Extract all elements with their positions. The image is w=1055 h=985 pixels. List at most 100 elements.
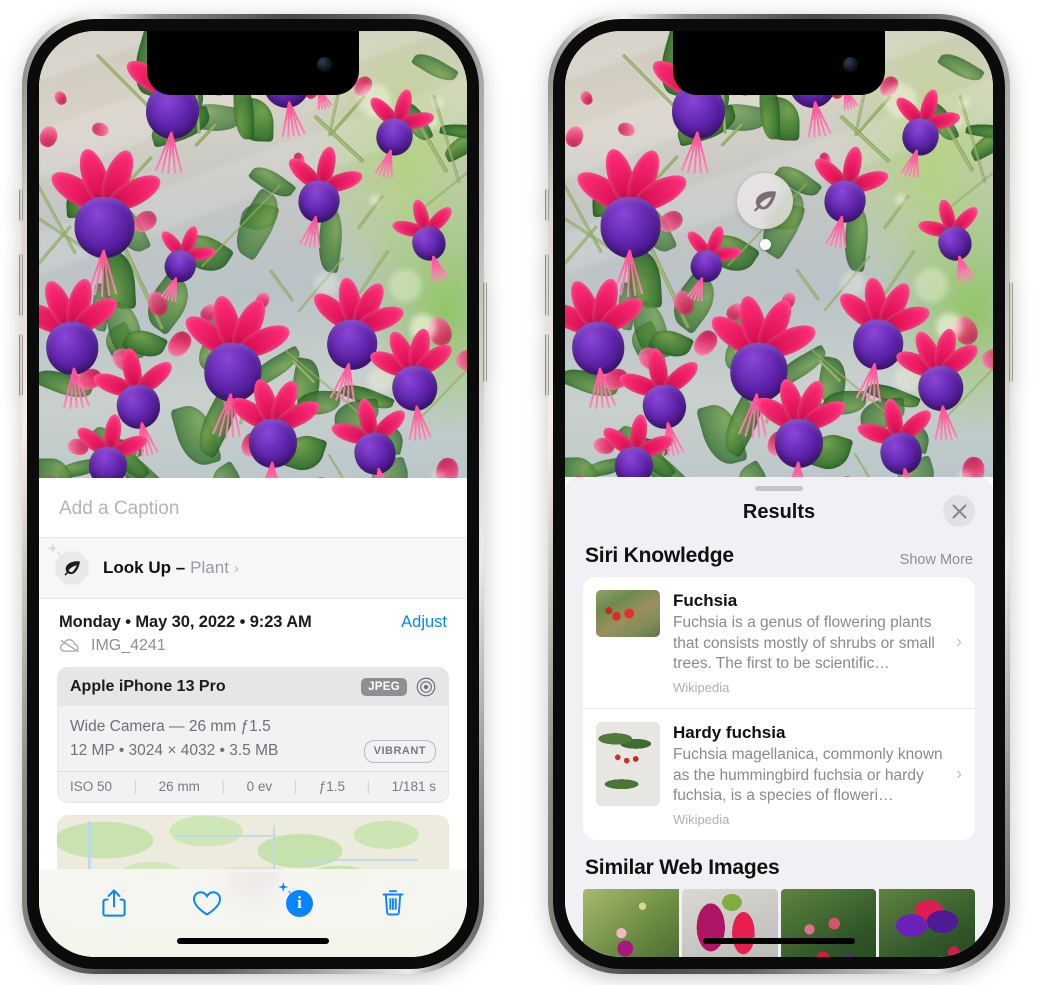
- format-badge: JPEG: [361, 678, 407, 696]
- flower: [226, 376, 324, 478]
- results-sheet: Results Siri Knowledge Show More Fuchsia…: [565, 477, 993, 957]
- heart-icon: [192, 890, 221, 916]
- knowledge-source: Wikipedia: [673, 679, 730, 695]
- screen-left: Add a Caption Look Up – Plant › Monday •…: [39, 31, 467, 957]
- notch: [673, 31, 885, 95]
- power-button[interactable]: [483, 282, 487, 382]
- siri-knowledge-card: Fuchsia Fuchsia is a genus of flowering …: [583, 577, 975, 840]
- exif-divider: |: [221, 779, 226, 795]
- caption-input[interactable]: Add a Caption: [39, 478, 467, 538]
- web-image-4[interactable]: [879, 888, 975, 957]
- lens-line: Wide Camera — 26 mm ƒ1.5: [70, 718, 271, 735]
- exif-aperture: ƒ1.5: [318, 779, 346, 795]
- device-bezel: Add a Caption Look Up – Plant › Monday •…: [27, 19, 479, 969]
- exif-divider: |: [366, 779, 371, 795]
- device-model: Apple iPhone 13 Pro: [70, 678, 226, 695]
- exif-shutter: 1/181 s: [391, 779, 436, 795]
- photo-viewer[interactable]: [565, 31, 993, 477]
- flower: [571, 145, 692, 297]
- capture-date-row: Monday • May 30, 2022 • 9:23 AM Adjust: [39, 599, 467, 634]
- exif-iso: ISO 50: [70, 779, 113, 795]
- look-up-row[interactable]: Look Up – Plant ›: [39, 538, 467, 599]
- share-icon: [101, 889, 126, 917]
- exif-exposure: 0 ev: [246, 779, 273, 795]
- metadata-body: Wide Camera — 26 mm ƒ1.5 12 MP • 3024 × …: [58, 706, 448, 771]
- knowledge-description: Fuchsia magellanica, commonly known as t…: [673, 746, 943, 805]
- lens-line-row: Wide Camera — 26 mm ƒ1.5: [70, 715, 436, 739]
- similar-web-images-row[interactable]: [565, 888, 993, 957]
- chevron-right-icon: ›: [233, 559, 239, 577]
- section-title: Siri Knowledge: [585, 544, 734, 567]
- look-up-label: Look Up –: [103, 558, 186, 577]
- flower: [45, 145, 166, 297]
- leaf-icon: [753, 190, 776, 211]
- web-image-1[interactable]: [583, 888, 679, 957]
- volume-down-button[interactable]: [545, 334, 549, 396]
- knowledge-source: Wikipedia: [673, 811, 730, 827]
- knowledge-item[interactable]: Hardy fuchsia Fuchsia magellanica, commo…: [583, 707, 975, 840]
- exif-divider: |: [133, 779, 138, 795]
- show-more-button[interactable]: Show More: [900, 552, 973, 568]
- metadata-card: Apple iPhone 13 Pro JPEG Wide Camera — 2…: [57, 667, 449, 804]
- exif-divider: |: [293, 779, 298, 795]
- chevron-right-icon: ›: [956, 631, 962, 652]
- sparkle-icon: [277, 882, 291, 894]
- mute-switch[interactable]: [545, 189, 549, 221]
- siri-knowledge-header: Siri Knowledge Show More: [565, 528, 993, 577]
- notch: [147, 31, 359, 95]
- power-button[interactable]: [1009, 282, 1013, 382]
- size-line-row: 12 MP • 3024 × 4032 • 3.5 MB VIBRANT: [70, 739, 436, 763]
- knowledge-thumbnail: [596, 721, 660, 806]
- visual-look-up-badge[interactable]: [737, 173, 793, 229]
- screenshot-stage: Add a Caption Look Up – Plant › Monday •…: [0, 0, 1055, 985]
- look-up-subject: Plant: [190, 558, 229, 577]
- leaf-icon: [64, 560, 80, 575]
- metadata-header-right: JPEG: [361, 677, 436, 697]
- info-button[interactable]: i: [277, 882, 320, 923]
- look-up-text: Look Up – Plant ›: [103, 558, 239, 578]
- capture-date: Monday • May 30, 2022 • 9:23 AM: [59, 613, 312, 631]
- front-camera: [317, 57, 332, 72]
- screen-right: Results Siri Knowledge Show More Fuchsia…: [565, 31, 993, 957]
- adjust-button[interactable]: Adjust: [401, 613, 447, 632]
- bokeh-highlight: [431, 470, 445, 478]
- exif-focal: 26 mm: [158, 779, 200, 795]
- file-row: IMG_4241: [39, 634, 467, 667]
- knowledge-title: Fuchsia: [673, 591, 738, 610]
- photo-viewer[interactable]: [39, 31, 467, 478]
- device-bezel: Results Siri Knowledge Show More Fuchsia…: [553, 19, 1005, 969]
- favorite-button[interactable]: [187, 883, 227, 923]
- home-indicator[interactable]: [177, 938, 329, 944]
- volume-up-button[interactable]: [545, 254, 549, 316]
- flower: [599, 413, 676, 477]
- lens-icon: [416, 677, 436, 697]
- iphone-right-device: Results Siri Knowledge Show More Fuchsia…: [545, 14, 1013, 974]
- share-button[interactable]: [94, 883, 134, 923]
- similar-web-images-header: Similar Web Images: [565, 840, 993, 889]
- sheet-title: Results: [742, 501, 816, 523]
- bokeh-highlight: [957, 469, 971, 477]
- volume-up-button[interactable]: [19, 254, 23, 316]
- close-button[interactable]: [943, 495, 975, 527]
- volume-down-button[interactable]: [19, 334, 23, 396]
- knowledge-text: Hardy fuchsia Fuchsia magellanica, commo…: [673, 722, 961, 827]
- iphone-left-device: Add a Caption Look Up – Plant › Monday •…: [19, 14, 487, 974]
- web-image-3[interactable]: [780, 888, 877, 957]
- file-name: IMG_4241: [91, 637, 166, 654]
- sheet-header: Results: [565, 491, 993, 528]
- front-camera: [843, 57, 858, 72]
- look-up-badge: [47, 543, 89, 585]
- visual-look-up-anchor-dot: [760, 239, 771, 250]
- delete-button[interactable]: [373, 883, 413, 923]
- knowledge-item[interactable]: Fuchsia Fuchsia is a genus of flowering …: [583, 577, 975, 708]
- web-image-2[interactable]: [681, 888, 778, 957]
- sparkle-icon: [47, 543, 61, 557]
- knowledge-description: Fuchsia is a genus of flowering plants t…: [673, 614, 935, 673]
- flower: [752, 376, 850, 477]
- cloud-slash-icon: [59, 639, 79, 653]
- section-title: Similar Web Images: [585, 855, 780, 879]
- photographic-style-badge: VIBRANT: [363, 739, 436, 763]
- close-icon: [952, 504, 966, 518]
- home-indicator[interactable]: [703, 938, 855, 944]
- mute-switch[interactable]: [19, 189, 23, 221]
